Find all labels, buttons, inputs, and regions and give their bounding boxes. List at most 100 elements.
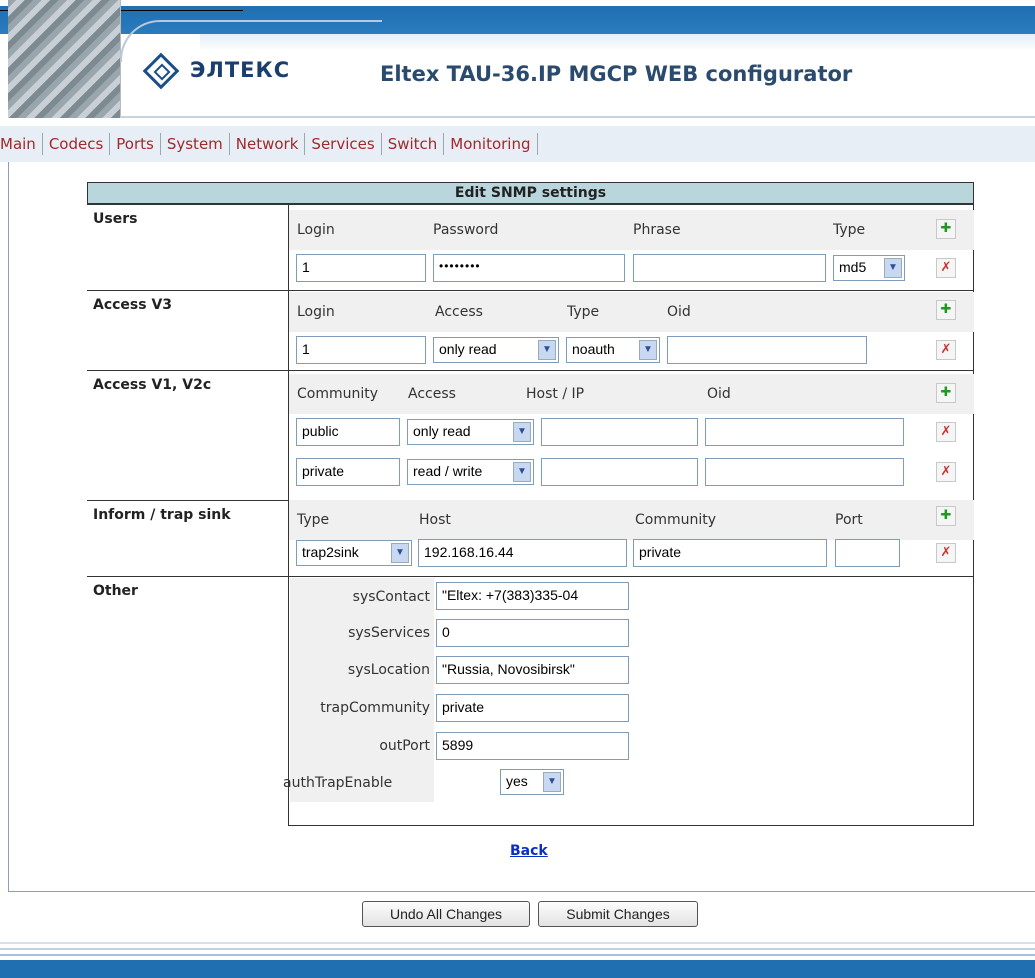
authtrapenable-value: yes xyxy=(506,773,528,789)
authtrapenable-label: authTrapEnable xyxy=(283,775,393,791)
chevron-down-icon: ▼ xyxy=(513,462,531,482)
v1-access-select-1[interactable]: only read ▼ xyxy=(407,419,534,445)
trap-header-row: Type Host Community Port xyxy=(289,500,974,540)
nav-codecs[interactable]: Codecs xyxy=(43,133,111,155)
v3-access-select[interactable]: only read ▼ xyxy=(433,337,559,363)
other-label-column xyxy=(290,578,434,802)
v1-community-input-1[interactable]: public xyxy=(296,418,400,446)
trap-host-input[interactable]: 192.168.16.44 xyxy=(418,539,627,567)
authtrapenable-select[interactable]: yes ▼ xyxy=(500,769,564,795)
v3-access-value: only read xyxy=(439,341,497,357)
panel-title: Edit SNMP settings xyxy=(87,182,974,204)
delete-user-icon[interactable]: ✗ xyxy=(936,258,956,278)
sysservices-label: sysServices xyxy=(348,625,430,641)
users-col-phrase: Phrase xyxy=(633,222,681,238)
v1-community-input-2[interactable]: private xyxy=(296,458,400,486)
add-trap-icon[interactable]: ✚ xyxy=(936,506,956,526)
delete-access-v1-icon-2[interactable]: ✗ xyxy=(936,462,956,482)
delete-access-v1-icon-1[interactable]: ✗ xyxy=(936,422,956,442)
chevron-down-icon: ▼ xyxy=(884,258,902,278)
trap-col-port: Port xyxy=(835,512,863,528)
page-title: Eltex TAU-36.IP MGCP WEB configurator xyxy=(380,62,853,86)
chevron-down-icon: ▼ xyxy=(513,422,531,442)
v1-oid-input-2[interactable] xyxy=(705,458,904,486)
trapcommunity-input[interactable]: private xyxy=(436,694,629,722)
trap-type-value: trap2sink xyxy=(302,544,359,560)
user-phrase-input[interactable] xyxy=(633,254,826,282)
nav-services[interactable]: Services xyxy=(305,133,382,155)
footer-lines xyxy=(0,938,1035,960)
v1-host-input-2[interactable] xyxy=(541,458,698,486)
trap-col-host: Host xyxy=(419,512,451,528)
sysservices-input[interactable]: 0 xyxy=(436,619,629,647)
trap-col-type: Type xyxy=(297,512,330,528)
nav-ports[interactable]: Ports xyxy=(110,133,161,155)
header-rule xyxy=(120,116,1035,118)
other-label: Other xyxy=(87,576,289,826)
chevron-down-icon: ▼ xyxy=(391,543,409,563)
v3-type-select[interactable]: noauth ▼ xyxy=(566,337,660,363)
v1-access-select-2[interactable]: read / write ▼ xyxy=(407,459,534,485)
v1-col-host: Host / IP xyxy=(526,386,585,402)
logo-text: ЭЛТЕКС xyxy=(190,58,291,82)
chevron-down-icon: ▼ xyxy=(639,340,657,360)
v3-col-login: Login xyxy=(297,304,335,320)
delete-access-v3-icon[interactable]: ✗ xyxy=(936,340,956,360)
back-link[interactable]: Back xyxy=(510,843,548,859)
v3-col-type: Type xyxy=(567,304,600,320)
v3-login-input[interactable]: 1 xyxy=(296,336,426,364)
v1-access-value-2: read / write xyxy=(413,463,483,479)
main-nav: Main Codecs Ports System Network Service… xyxy=(0,126,1035,162)
nav-switch[interactable]: Switch xyxy=(382,133,445,155)
nav-network[interactable]: Network xyxy=(230,133,306,155)
add-access-v3-icon[interactable]: ✚ xyxy=(936,300,956,320)
trap-col-community: Community xyxy=(635,512,717,528)
trap-label: Inform / trap sink xyxy=(87,500,289,576)
chevron-down-icon: ▼ xyxy=(543,772,561,792)
delete-trap-icon[interactable]: ✗ xyxy=(936,543,956,563)
syslocation-input[interactable]: "Russia, Novosibirsk" xyxy=(436,656,629,684)
nav-main[interactable]: Main xyxy=(0,133,43,155)
users-label: Users xyxy=(87,204,289,290)
outport-label: outPort xyxy=(379,738,430,754)
v3-col-oid: Oid xyxy=(667,304,691,320)
syscontact-label: sysContact xyxy=(352,589,430,605)
v1-oid-input-1[interactable] xyxy=(705,418,904,446)
chevron-down-icon: ▼ xyxy=(538,340,556,360)
footer-band xyxy=(0,960,1035,978)
v1-access-value-1: only read xyxy=(413,423,471,439)
add-access-v1-icon[interactable]: ✚ xyxy=(936,383,956,403)
v1-col-community: Community xyxy=(297,386,379,402)
trap-type-select[interactable]: trap2sink ▼ xyxy=(296,540,412,566)
users-col-login: Login xyxy=(297,222,335,238)
access-v1-label: Access V1, V2c xyxy=(87,370,289,500)
trap-port-input[interactable] xyxy=(835,539,900,567)
undo-all-changes-button[interactable]: Undo All Changes xyxy=(362,901,530,927)
submit-changes-button[interactable]: Submit Changes xyxy=(538,901,698,927)
access-v3-label: Access V3 xyxy=(87,290,289,370)
access-v3-header-row: Login Access Type Oid xyxy=(289,292,974,332)
v1-col-access: Access xyxy=(408,386,456,402)
syscontact-input[interactable]: "Eltex: +7(383)335-04 xyxy=(436,582,629,610)
v3-col-access: Access xyxy=(435,304,483,320)
user-type-select[interactable]: md5 ▼ xyxy=(833,255,905,281)
v3-oid-input[interactable] xyxy=(667,336,867,364)
trapcommunity-label: trapCommunity xyxy=(320,700,430,716)
add-user-icon[interactable]: ✚ xyxy=(936,219,956,239)
header-photo xyxy=(8,0,121,118)
users-col-type: Type xyxy=(833,222,866,238)
users-header-row: Login Password Phrase Type xyxy=(289,210,974,250)
outport-input[interactable]: 5899 xyxy=(436,732,629,760)
user-login-input[interactable]: 1 xyxy=(296,254,426,282)
nav-system[interactable]: System xyxy=(161,133,230,155)
v1-host-input-1[interactable] xyxy=(541,418,698,446)
user-type-value: md5 xyxy=(839,259,867,275)
v3-type-value: noauth xyxy=(572,341,615,357)
trap-community-input[interactable]: private xyxy=(633,539,827,567)
v1-col-oid: Oid xyxy=(707,386,731,402)
users-col-password: Password xyxy=(433,222,499,238)
syslocation-label: sysLocation xyxy=(347,662,430,678)
access-v1-header-row: Community Access Host / IP Oid xyxy=(289,374,974,414)
nav-monitoring[interactable]: Monitoring xyxy=(444,133,538,155)
user-password-input[interactable]: •••••••• xyxy=(433,254,625,282)
